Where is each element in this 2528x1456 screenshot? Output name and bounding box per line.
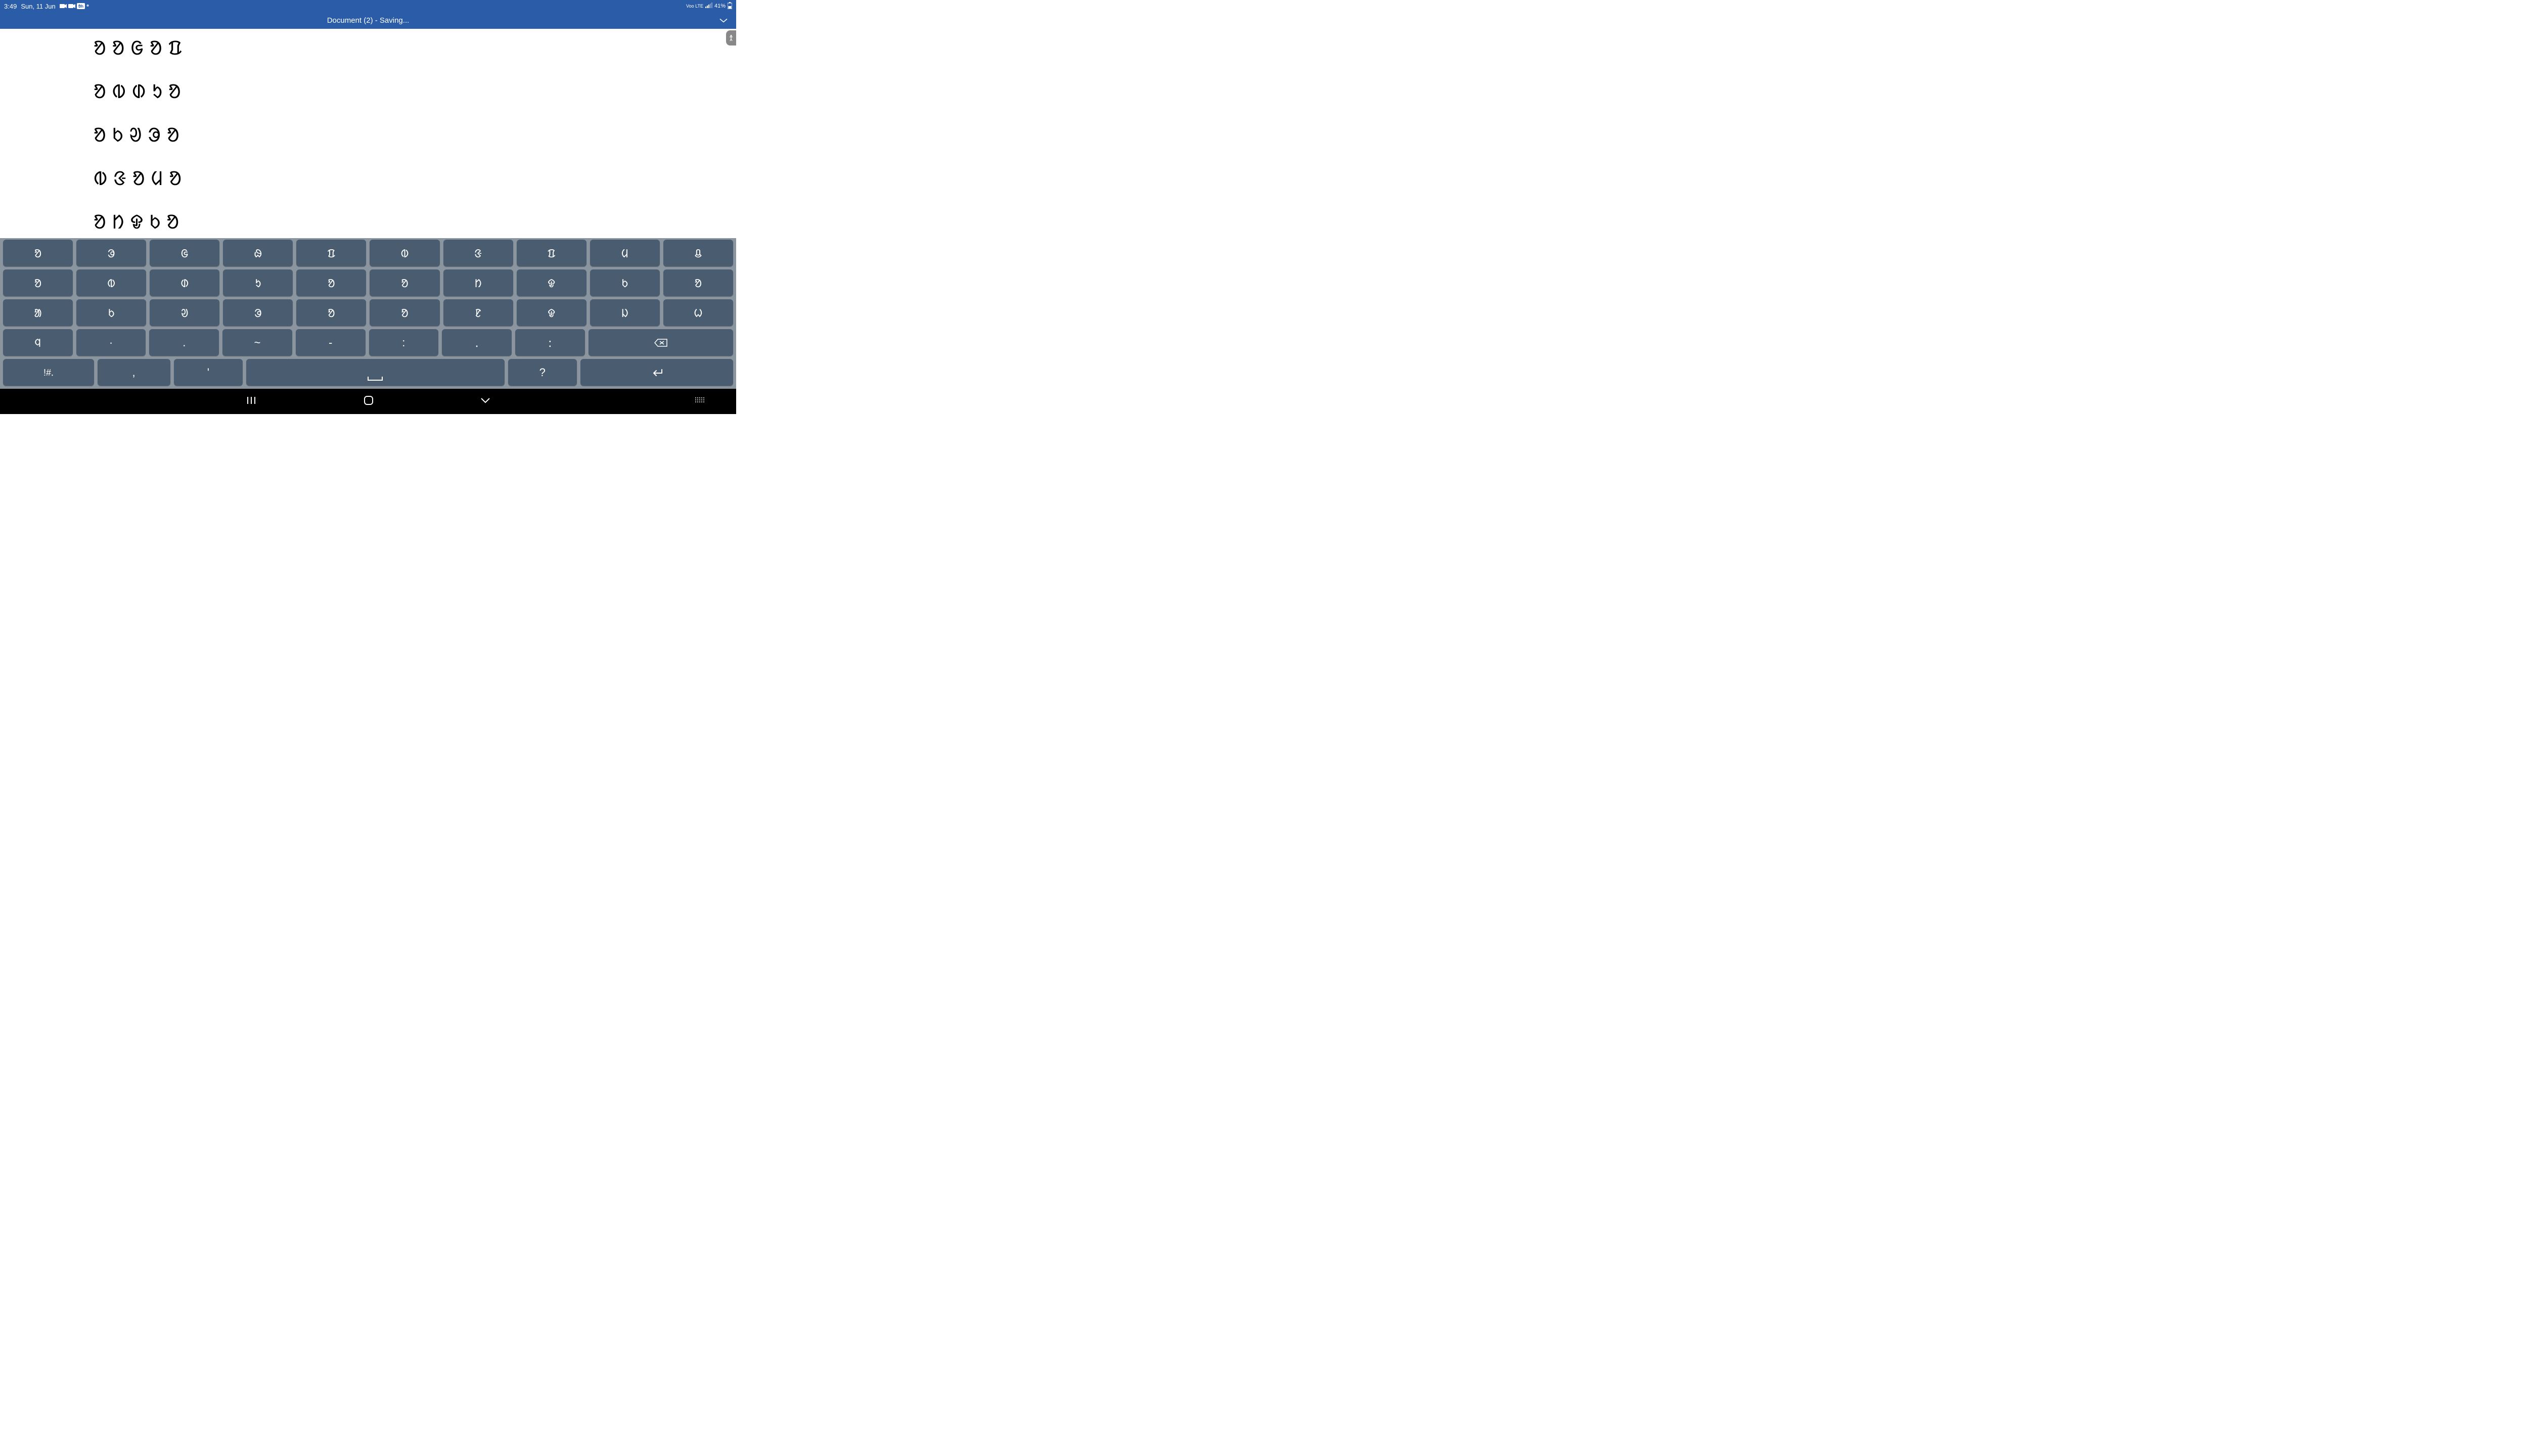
key-row-1: ᱚ ᱳ ᱜ ᱷ ᱯ ᱵ ᱝ ᱯ ᱢ ᱪ bbox=[2, 240, 735, 266]
key[interactable]: ᱚ bbox=[296, 269, 366, 296]
key[interactable]: ᱚ bbox=[370, 269, 439, 296]
status-left: 3:49 Sun, 11 Jun ᱚh • bbox=[4, 2, 89, 11]
key[interactable]: ᱹ bbox=[442, 329, 512, 356]
key[interactable]: ᱟ bbox=[3, 299, 73, 326]
space-key[interactable] bbox=[246, 359, 504, 386]
key-row-2: ᱚ ᱵ ᱰ ᱩ ᱚ ᱚ ᱴ ᱫ ᱠ ᱚ bbox=[2, 269, 735, 296]
keyboard-switch-button[interactable] bbox=[695, 397, 706, 406]
key[interactable]: ᱰ bbox=[150, 269, 219, 296]
key[interactable]: ᱵ bbox=[370, 240, 439, 266]
key[interactable]: ᱚ bbox=[3, 240, 73, 266]
backspace-key[interactable] bbox=[589, 329, 733, 356]
key[interactable]: ᱡ bbox=[590, 299, 660, 326]
key[interactable]: ᱪ bbox=[663, 240, 733, 266]
doc-line-5: ᱚᱴᱫᱠᱚ bbox=[94, 213, 643, 232]
key[interactable]: ᱳ bbox=[76, 240, 146, 266]
back-button[interactable] bbox=[480, 397, 490, 406]
accessibility-tab[interactable] bbox=[726, 30, 736, 46]
home-button[interactable] bbox=[364, 395, 374, 408]
space-indicator-icon bbox=[368, 377, 383, 381]
key[interactable]: ᱺ bbox=[515, 329, 585, 356]
battery-icon bbox=[728, 2, 732, 11]
key-row-3: ᱟ ᱠ ᱣ ᱳ ᱚ ᱚ ᱱ ᱫ ᱡ ᱦ bbox=[2, 299, 735, 326]
key-row-4: ᱧ · . ~ - : ᱹ ᱺ bbox=[2, 329, 735, 356]
network-label: Voo LTE bbox=[686, 4, 703, 9]
symbols-key[interactable]: !#ᱹ bbox=[3, 359, 94, 386]
status-dot: • bbox=[86, 2, 89, 11]
key[interactable]: ~ bbox=[222, 329, 292, 356]
status-date: Sun, 11 Jun bbox=[21, 3, 55, 10]
status-app-icons: ᱚh • bbox=[60, 2, 89, 11]
status-right: Voo LTE 41% bbox=[686, 2, 732, 11]
app-icon: ᱚh bbox=[77, 3, 85, 9]
document-title: Document (2) - Saving... bbox=[327, 16, 410, 25]
enter-key[interactable] bbox=[580, 359, 733, 386]
apostrophe-key[interactable]: ' bbox=[174, 359, 243, 386]
camera-icon-2 bbox=[68, 4, 75, 9]
svg-text:ᱚh: ᱚh bbox=[78, 4, 83, 9]
key[interactable]: ᱢ bbox=[590, 240, 660, 266]
key[interactable]: ᱚ bbox=[296, 299, 366, 326]
key[interactable]: ᱵ bbox=[76, 269, 146, 296]
key-row-5: !#ᱹ , ' ? bbox=[2, 359, 735, 386]
key[interactable]: ᱚ bbox=[663, 269, 733, 296]
doc-line-2: ᱚᱵᱰᱩᱚ bbox=[94, 82, 643, 102]
camera-icon bbox=[60, 4, 67, 9]
recents-button[interactable] bbox=[246, 396, 257, 407]
key[interactable]: ᱳ bbox=[223, 299, 293, 326]
key[interactable]: · bbox=[76, 329, 146, 356]
key[interactable]: ᱫ bbox=[517, 269, 586, 296]
key[interactable]: ᱦ bbox=[663, 299, 733, 326]
key[interactable]: ᱜ bbox=[150, 240, 219, 266]
key[interactable]: . bbox=[149, 329, 219, 356]
key[interactable]: ᱚ bbox=[370, 299, 439, 326]
key[interactable]: ᱷ bbox=[223, 240, 293, 266]
document-area[interactable]: ᱚᱚᱜᱚᱯ ᱚᱵᱰᱩᱚ ᱚᱠᱣᱳᱚ ᱵᱝᱚᱢᱚ ᱚᱴᱫᱠᱚ bbox=[0, 29, 736, 242]
question-key[interactable]: ? bbox=[508, 359, 577, 386]
key[interactable]: ᱝ bbox=[443, 240, 513, 266]
chevron-down-icon[interactable] bbox=[719, 16, 728, 25]
doc-line-4: ᱵᱝᱚᱢᱚ bbox=[94, 169, 643, 189]
key[interactable]: ᱚ bbox=[3, 269, 73, 296]
key[interactable]: ᱫ bbox=[517, 299, 586, 326]
key[interactable]: ᱠ bbox=[590, 269, 660, 296]
comma-key[interactable]: , bbox=[98, 359, 170, 386]
key[interactable]: ᱯ bbox=[517, 240, 586, 266]
key[interactable]: - bbox=[296, 329, 366, 356]
app-bar: Document (2) - Saving... bbox=[0, 12, 736, 29]
battery-percent: 41% bbox=[714, 3, 726, 9]
key[interactable]: ᱩ bbox=[223, 269, 293, 296]
key[interactable]: ᱱ bbox=[443, 299, 513, 326]
key[interactable]: ᱯ bbox=[296, 240, 366, 266]
nav-bar bbox=[0, 389, 736, 414]
key[interactable]: ᱣ bbox=[150, 299, 219, 326]
key[interactable]: ᱠ bbox=[76, 299, 146, 326]
key[interactable]: ᱴ bbox=[443, 269, 513, 296]
key[interactable]: : bbox=[369, 329, 439, 356]
doc-line-1: ᱚᱚᱜᱚᱯ bbox=[94, 39, 643, 58]
status-bar: 3:49 Sun, 11 Jun ᱚh • Voo LTE 41% bbox=[0, 0, 736, 12]
doc-line-3: ᱚᱠᱣᱳᱚ bbox=[94, 126, 643, 145]
key[interactable]: ᱧ bbox=[3, 329, 73, 356]
keyboard: ᱚ ᱳ ᱜ ᱷ ᱯ ᱵ ᱝ ᱯ ᱢ ᱪ ᱚ ᱵ ᱰ ᱩ ᱚ ᱚ ᱴ ᱫ ᱠ ᱚ … bbox=[0, 238, 736, 389]
signal-icon bbox=[705, 3, 712, 10]
status-time: 3:49 bbox=[4, 3, 17, 10]
